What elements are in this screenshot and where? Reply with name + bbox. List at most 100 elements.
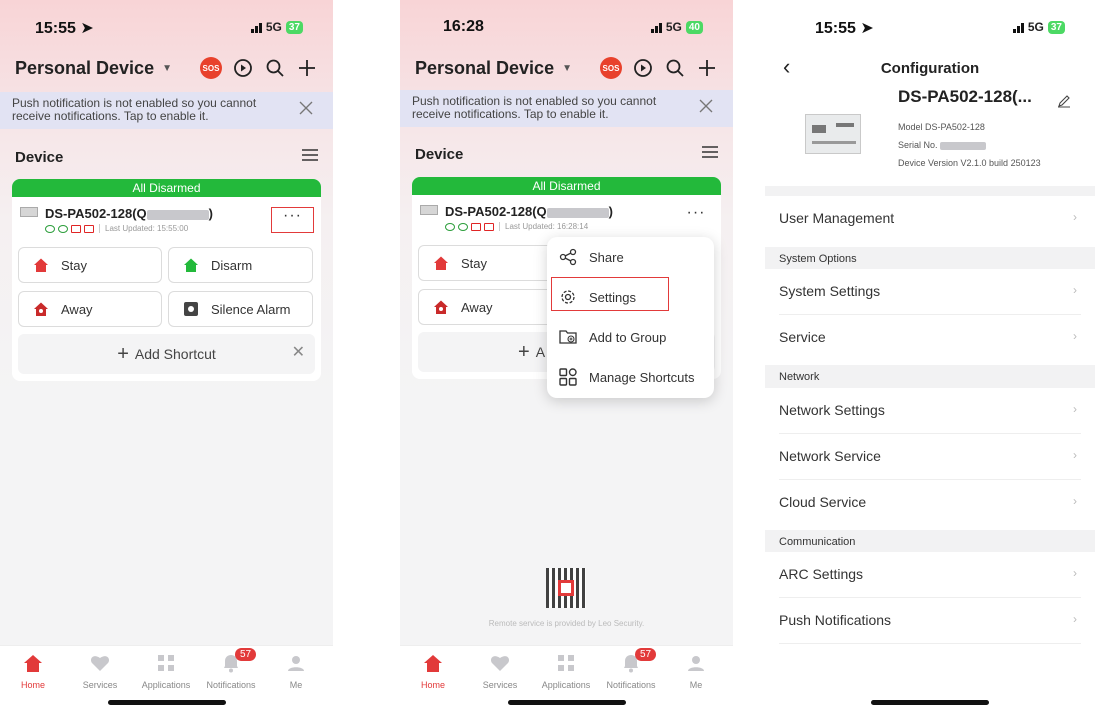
search-icon[interactable]	[664, 57, 686, 79]
row-push-notifications[interactable]: Push Notifications ›	[765, 598, 1095, 644]
battery-icon: 37	[1047, 20, 1065, 34]
page-title: Configuration	[880, 60, 980, 77]
play-circle-icon[interactable]	[632, 57, 654, 79]
row-network-settings[interactable]: Network Settings ›	[765, 388, 1095, 434]
heart-icon	[70, 652, 130, 674]
play-circle-icon[interactable]	[232, 57, 254, 79]
status-bar: 15:55 ➤ 5G 37	[765, 18, 1095, 40]
banner-text: Push notification is not enabled so you …	[12, 96, 257, 123]
house-away-icon	[433, 299, 449, 315]
status-bar: 16:28 5G 40	[400, 18, 733, 40]
bell-icon: 57	[601, 648, 661, 674]
device-version: Device Version V2.1.0 build 250123	[898, 158, 1041, 168]
menu-item-settings[interactable]: Settings	[559, 281, 636, 313]
close-shortcut-icon[interactable]: ✕	[292, 342, 305, 362]
redacted-serial	[146, 209, 209, 220]
tab-home[interactable]: Home	[3, 652, 63, 690]
row-user-management[interactable]: User Management ›	[765, 196, 1095, 242]
device-thumbnail	[420, 205, 438, 215]
device-thumbnail	[20, 207, 38, 217]
device-options-menu: Share Settings Add to Group Manage Short…	[547, 237, 714, 398]
status-bar: 15:55 ➤ 5G 37	[0, 18, 333, 40]
tab-services[interactable]: Services	[470, 652, 530, 690]
sos-button[interactable]: SOS	[200, 57, 222, 79]
row-arc-settings[interactable]: ARC Settings ›	[765, 552, 1095, 598]
device-section-header: Device	[415, 144, 718, 164]
power-icon	[445, 222, 455, 231]
tab-applications[interactable]: Applications	[536, 652, 596, 690]
battery-icon: 40	[685, 20, 703, 34]
stay-button[interactable]: Stay	[418, 245, 562, 281]
stay-button[interactable]: Stay	[18, 247, 162, 283]
menu-item-add-to-group[interactable]: Add to Group	[559, 321, 666, 353]
more-options-button[interactable]: ···	[271, 207, 314, 233]
tab-me[interactable]: Me	[666, 652, 726, 690]
edit-pencil-icon[interactable]	[1057, 94, 1071, 113]
house-stay-icon	[433, 255, 449, 271]
tab-home[interactable]: Home	[403, 652, 463, 690]
push-notification-banner[interactable]: Push notification is not enabled so you …	[0, 92, 333, 129]
plus-icon: +	[518, 340, 530, 363]
tab-me[interactable]: Me	[266, 652, 326, 690]
qr-code-logo	[558, 580, 574, 596]
tab-applications[interactable]: Applications	[136, 652, 196, 690]
device-serial: Serial No.	[898, 140, 987, 150]
apps-grid-icon	[136, 652, 196, 674]
row-service[interactable]: Service ›	[765, 315, 1095, 361]
add-icon[interactable]	[296, 57, 318, 79]
phone-screen-configuration: 15:55 ➤ 5G 37 ‹ Configuration DS-PA502-1…	[765, 0, 1095, 707]
search-icon[interactable]	[264, 57, 286, 79]
silence-alarm-button[interactable]: Silence Alarm	[168, 291, 313, 327]
tab-notifications[interactable]: 57 Notifications	[201, 648, 261, 690]
sos-button[interactable]: SOS	[600, 57, 622, 79]
device-section-header: Device	[15, 147, 318, 167]
signal-icon	[1012, 22, 1024, 33]
tab-notifications[interactable]: 57 Notifications	[601, 648, 661, 690]
device-model: Model DS-PA502-128	[898, 122, 985, 132]
network-label: 5G	[265, 20, 282, 34]
menu-icon[interactable]	[302, 148, 318, 167]
chevron-right-icon: ›	[1073, 566, 1077, 580]
device-group-title[interactable]: Personal Device	[415, 58, 554, 79]
menu-item-share[interactable]: Share	[559, 241, 624, 273]
caret-down-icon[interactable]: ▼	[162, 63, 172, 74]
phone-screen-home: 15:55 ➤ 5G 37 Personal Device ▼ SOS Push…	[0, 0, 333, 707]
close-icon[interactable]	[699, 99, 713, 116]
more-options-button[interactable]: ···	[681, 205, 711, 227]
device-name: DS-PA502-128(...	[898, 87, 1032, 106]
add-shortcut-button[interactable]: + Add Shortcut ✕	[18, 334, 315, 374]
disarm-button[interactable]: Disarm	[168, 247, 313, 283]
add-icon[interactable]	[696, 57, 718, 79]
arm-status-bar: All Disarmed	[12, 179, 321, 197]
device-name: DS-PA502-128(Q)	[45, 206, 213, 221]
device-group-title[interactable]: Personal Device	[15, 58, 154, 79]
chevron-right-icon: ›	[1073, 612, 1077, 626]
banner-text: Push notification is not enabled so you …	[412, 94, 657, 121]
chevron-right-icon: ›	[1073, 448, 1077, 462]
chevron-right-icon: ›	[1073, 494, 1077, 508]
row-cloud-service[interactable]: Cloud Service ›	[765, 480, 1095, 526]
bell-icon: 57	[201, 648, 261, 674]
last-updated: Last Updated: 15:55:00	[105, 224, 189, 233]
home-indicator	[107, 700, 226, 705]
network-label: 5G	[665, 20, 682, 34]
notification-badge: 57	[235, 648, 257, 661]
user-icon	[666, 652, 726, 674]
remote-service-text: Remote service is provided by Leo Securi…	[488, 619, 645, 628]
battery-icon: 37	[285, 20, 303, 34]
chevron-right-icon: ›	[1073, 210, 1077, 224]
device-card[interactable]: All Disarmed DS-PA502-128(Q) Last Update…	[12, 179, 321, 381]
wifi-icon	[58, 224, 68, 233]
row-network-service[interactable]: Network Service ›	[765, 434, 1095, 480]
tab-services[interactable]: Services	[70, 652, 130, 690]
folder-add-icon	[559, 328, 577, 346]
menu-item-manage-shortcuts[interactable]: Manage Shortcuts	[559, 361, 695, 393]
push-notification-banner[interactable]: Push notification is not enabled so you …	[400, 90, 733, 127]
away-button[interactable]: Away	[418, 289, 562, 325]
user-icon	[266, 652, 326, 674]
row-system-settings[interactable]: System Settings ›	[765, 269, 1095, 315]
menu-icon[interactable]	[702, 145, 718, 164]
caret-down-icon[interactable]: ▼	[562, 63, 572, 74]
close-icon[interactable]	[299, 101, 313, 118]
away-button[interactable]: Away	[18, 291, 162, 327]
